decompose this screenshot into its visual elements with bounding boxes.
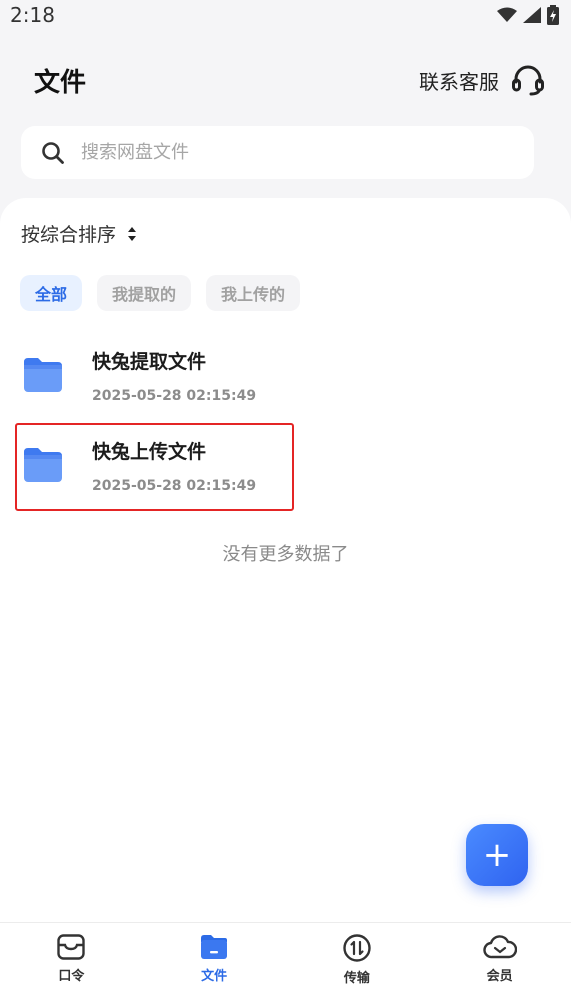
page-header: 文件 联系客服	[0, 56, 571, 104]
tab-membership[interactable]: 会员	[428, 923, 571, 995]
headset-icon	[512, 65, 544, 96]
filter-uploaded[interactable]: 我上传的	[206, 275, 301, 311]
tab-passcode-label: 口令	[58, 969, 85, 984]
tab-transfer-label: 传输	[343, 971, 370, 986]
search-input[interactable]	[79, 141, 483, 164]
file-meta: 快兔提取文件 2025-05-28 02:15:49	[92, 347, 256, 404]
tab-passcode[interactable]: 口令	[0, 923, 143, 995]
filter-uploaded-label: 我上传的	[221, 285, 286, 304]
add-button[interactable]: +	[466, 824, 528, 886]
cloud-icon	[482, 935, 517, 959]
list-end-message: 没有更多数据了	[222, 544, 349, 565]
filter-extracted[interactable]: 我提取的	[97, 275, 192, 311]
search-icon	[42, 141, 64, 164]
sort-dropdown[interactable]: 按综合排序	[21, 220, 138, 247]
filter-all-label: 全部	[35, 285, 68, 304]
status-icons	[497, 5, 559, 25]
folder-icon	[24, 358, 62, 392]
page-title: 文件	[34, 67, 87, 98]
filter-tabs: 全部 我提取的 我上传的	[20, 275, 301, 311]
tab-membership-label: 会员	[486, 969, 513, 984]
list-item[interactable]: 快兔提取文件 2025-05-28 02:15:49	[22, 340, 542, 410]
folder-tab-icon	[201, 935, 228, 959]
bottom-tab-bar: 口令 文件 传输 会员	[0, 922, 571, 995]
contact-support-label: 联系客服	[419, 69, 499, 94]
transfer-icon	[343, 934, 371, 962]
status-time: 2:18	[10, 3, 55, 27]
sort-arrows-icon	[128, 226, 137, 241]
wifi-icon	[497, 7, 517, 22]
search-bar[interactable]	[21, 126, 534, 179]
status-bar: 2:18	[0, 0, 571, 30]
battery-icon	[547, 5, 559, 25]
file-name: 快兔提取文件	[92, 350, 207, 373]
filter-extracted-label: 我提取的	[112, 285, 177, 304]
tab-files[interactable]: 文件	[143, 923, 286, 995]
cell-signal-icon	[523, 7, 541, 23]
filter-all[interactable]: 全部	[20, 275, 83, 311]
sort-label: 按综合排序	[21, 224, 117, 246]
contact-support-button[interactable]: 联系客服	[419, 63, 545, 97]
highlight-box	[15, 423, 294, 511]
tab-files-label: 文件	[201, 969, 228, 984]
file-date: 2025-05-28 02:15:49	[92, 387, 257, 404]
plus-icon: +	[482, 835, 512, 875]
tab-transfer[interactable]: 传输	[286, 923, 429, 995]
inbox-icon	[57, 934, 86, 960]
